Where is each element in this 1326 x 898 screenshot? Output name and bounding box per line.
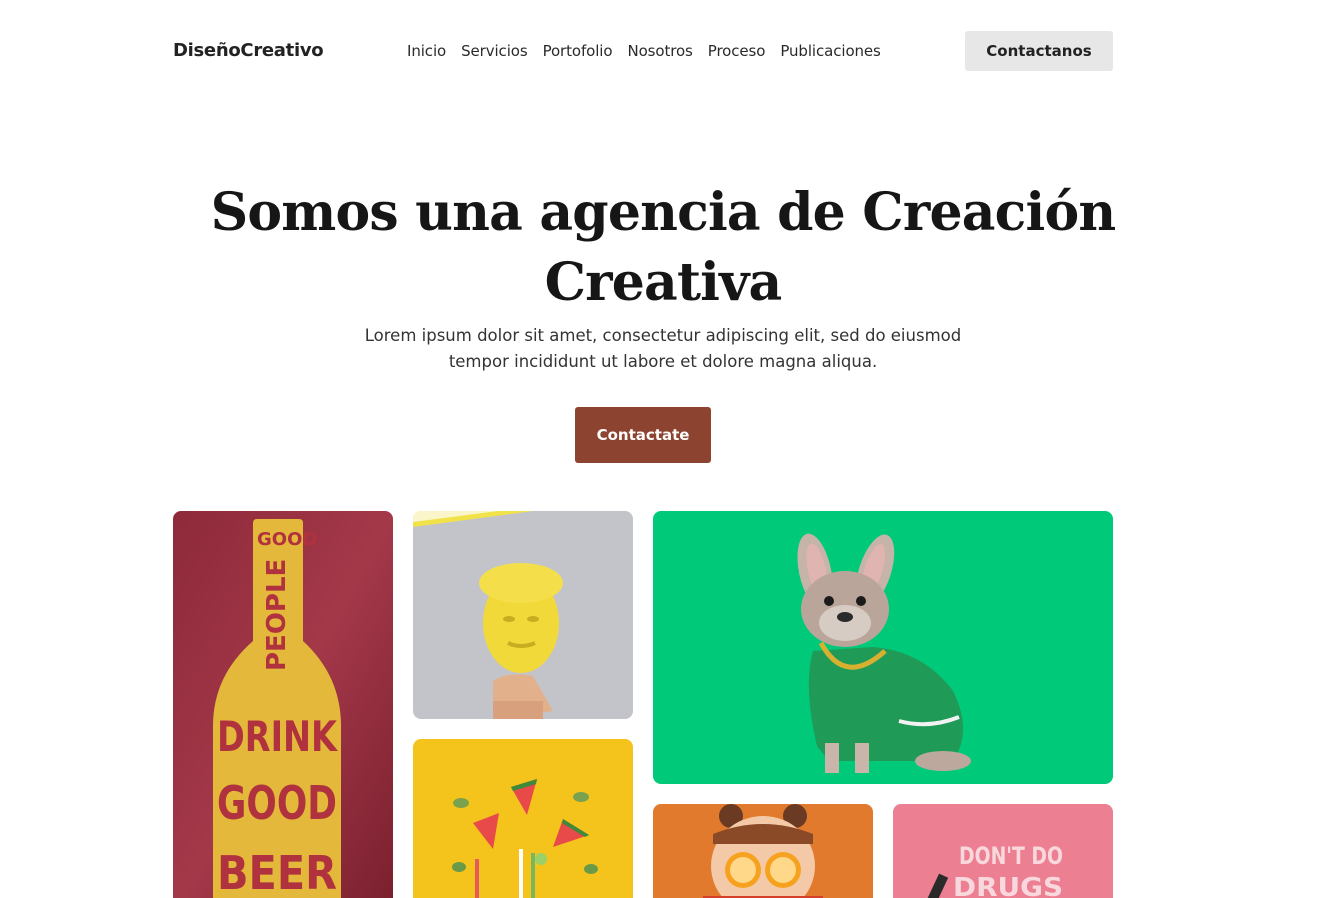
nav-link-servicios[interactable]: Servicios	[461, 42, 528, 60]
main-menu: Inicio Servicios Portofolio Nosotros Pro…	[407, 42, 881, 60]
hero-subtitle-line-2: tempor incididunt ut labore et dolore ma…	[448, 352, 878, 371]
gallery-image-orange-eyes[interactable]	[653, 804, 873, 898]
beer-text-beer: BEER	[217, 846, 337, 898]
beer-text-good: GOOD	[217, 776, 337, 830]
nav-link-inicio[interactable]: Inicio	[407, 42, 446, 60]
nav-link-nosotros[interactable]: Nosotros	[627, 42, 692, 60]
beer-bottle-illustration: GOOD PEOPLE DRINK GOOD BEER	[173, 511, 393, 898]
gallery-image-watermelon[interactable]	[413, 739, 633, 898]
sign-text-drugs: DRUGS	[953, 873, 1063, 898]
nav-link-publicaciones[interactable]: Publicaciones	[780, 42, 881, 60]
hero-title: Somos una agencia de Creación Creativa	[200, 178, 1126, 318]
dont-do-drugs-illustration: DON'T DO DRUGS	[893, 804, 1113, 898]
nav-link-portofolio[interactable]: Portofolio	[543, 42, 613, 60]
brand-logo[interactable]: DiseñoCreativo	[173, 40, 324, 61]
gallery-image-beer-bottle[interactable]: GOOD PEOPLE DRINK GOOD BEER	[173, 511, 393, 898]
hero-subtitle-line-1: Lorem ipsum dolor sit amet, consectetur …	[364, 326, 962, 345]
hero-subtitle: Lorem ipsum dolor sit amet, consectetur …	[313, 323, 1013, 375]
beer-text-people: PEOPLE	[262, 559, 292, 671]
hero-contact-button[interactable]: Contactate	[575, 407, 711, 463]
gallery-image-yellow-bust[interactable]	[413, 511, 633, 719]
yellow-bust-illustration	[413, 511, 633, 719]
top-navigation: DiseñoCreativo Inicio Servicios Portofol…	[173, 31, 1113, 71]
sign-text-dont-do: DON'T DO	[959, 842, 1063, 870]
french-bulldog-illustration	[653, 511, 1113, 784]
beer-text-good-top: GOOD	[257, 529, 317, 550]
contact-us-button[interactable]: Contactanos	[965, 31, 1113, 71]
hero-title-line-2: Creativa	[544, 252, 783, 313]
gallery-image-dont-do-drugs[interactable]: DON'T DO DRUGS	[893, 804, 1113, 898]
watermelon-illustration	[413, 739, 633, 898]
beer-text-drink: DRINK	[217, 712, 338, 761]
orange-eyes-illustration	[653, 804, 873, 898]
gallery-image-french-bulldog[interactable]	[653, 511, 1113, 784]
nav-link-proceso[interactable]: Proceso	[708, 42, 766, 60]
hero-title-line-1: Somos una agencia de Creación	[210, 182, 1117, 243]
